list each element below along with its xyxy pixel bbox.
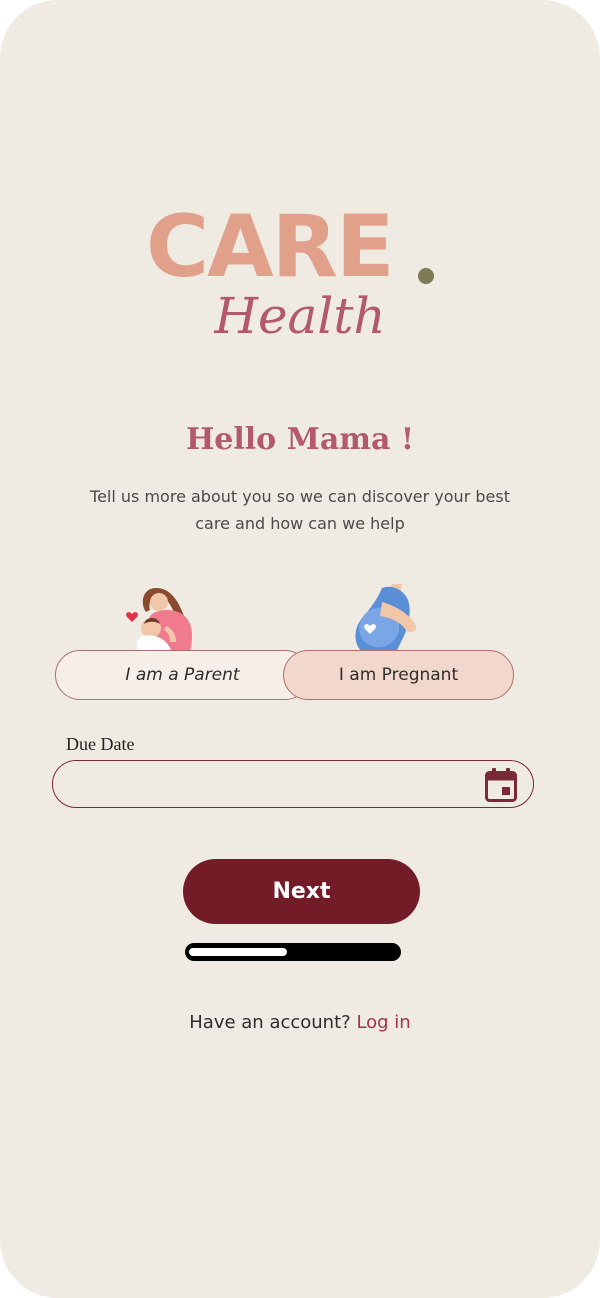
app-screen: CARE Health Hello Mama ! Tell us more ab…: [0, 0, 600, 1298]
login-link[interactable]: Log in: [356, 1012, 410, 1033]
pregnant-option-button[interactable]: I am Pregnant: [283, 650, 514, 700]
parent-option-button[interactable]: I am a Parent: [55, 650, 310, 700]
login-prompt: Have an account? Log in: [0, 1012, 600, 1033]
progress-bar-fill: [189, 948, 287, 956]
due-date-input[interactable]: [73, 771, 477, 799]
care-health-logo: CARE Health: [0, 200, 600, 360]
greeting-subtitle: Tell us more about you so we can discove…: [90, 487, 510, 533]
have-account-text: Have an account?: [189, 1012, 351, 1033]
mother-with-baby-illustration: [126, 588, 192, 652]
progress-bar: [185, 943, 401, 961]
calendar-icon[interactable]: [485, 768, 517, 802]
due-date-field[interactable]: [52, 760, 534, 808]
logo-dot: [418, 268, 434, 284]
due-date-label: Due Date: [66, 734, 135, 754]
pregnant-woman-illustration: [355, 584, 417, 652]
next-button[interactable]: Next: [183, 859, 420, 924]
logo-care-word: CARE: [146, 197, 395, 297]
logo-health-word: Health: [214, 287, 386, 345]
greeting-title: Hello Mama !: [185, 422, 415, 457]
